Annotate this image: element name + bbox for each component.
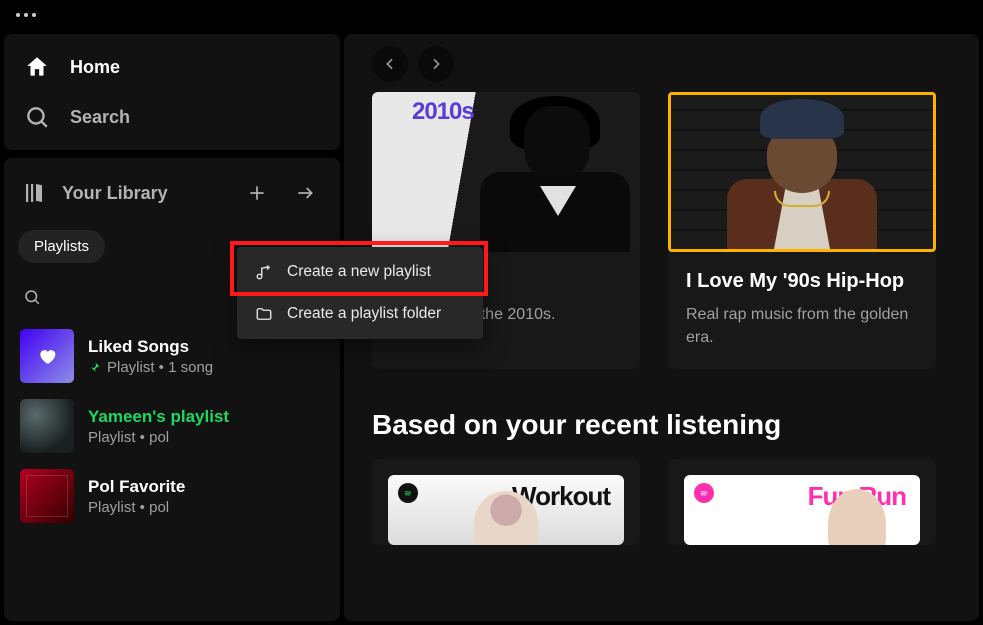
- person-silhouette: [712, 92, 892, 249]
- cover-art: [20, 399, 74, 453]
- card-image: [668, 92, 936, 252]
- menu-item-label: Create a playlist folder: [287, 305, 441, 323]
- menu-create-playlist[interactable]: Create a new playlist: [241, 251, 479, 293]
- section-heading: Based on your recent listening: [344, 369, 979, 459]
- library-add-button[interactable]: [240, 176, 274, 210]
- library-title[interactable]: Your Library: [62, 183, 226, 204]
- spotify-badge-icon: [694, 483, 714, 503]
- library-search-button[interactable]: [18, 283, 46, 311]
- library-item-playlist[interactable]: Yameen's playlist Playlist • pol: [12, 391, 332, 461]
- menu-dot[interactable]: [32, 13, 36, 17]
- playlist-card-90s-hiphop[interactable]: I Love My '90s Hip-Hop Real rap music fr…: [668, 92, 936, 369]
- library-item-subtitle: Playlist • pol: [88, 429, 229, 446]
- home-icon: [24, 54, 50, 80]
- context-menu: Create a new playlist Create a playlist …: [237, 247, 483, 339]
- library-header: Your Library: [4, 166, 340, 220]
- card-title: I Love My '90s Hip-Hop: [686, 270, 918, 293]
- nav-home[interactable]: Home: [4, 42, 340, 92]
- history-nav: [344, 46, 979, 92]
- nav-panel: Home Search: [4, 34, 340, 150]
- cover-liked-songs: [20, 329, 74, 383]
- folder-icon: [255, 305, 273, 323]
- library-item-playlist[interactable]: Pol Favorite Playlist • pol: [12, 461, 332, 531]
- playlist-card-funrun[interactable]: Fun Run: [668, 459, 936, 545]
- decade-badge: 2010s: [412, 98, 474, 126]
- cover-art: [20, 469, 74, 523]
- card-image: Workout: [388, 475, 624, 545]
- nav-search-label: Search: [70, 107, 130, 128]
- card-image: Fun Run: [684, 475, 920, 545]
- card-description: Real rap music from the golden era.: [686, 303, 918, 349]
- spotify-badge-icon: [398, 483, 418, 503]
- person-silhouette: [480, 92, 630, 252]
- library-expand-button[interactable]: [288, 176, 322, 210]
- card-image: 2010s: [372, 92, 640, 252]
- music-plus-icon: [255, 263, 273, 281]
- library-item-subtitle: Playlist • pol: [88, 499, 185, 516]
- recent-card-row: Workout Fun Run: [344, 459, 979, 545]
- search-icon: [24, 104, 50, 130]
- menu-dot[interactable]: [24, 13, 28, 17]
- menu-item-label: Create a new playlist: [287, 263, 431, 281]
- chip-playlists[interactable]: Playlists: [18, 230, 105, 263]
- library-item-title: Pol Favorite: [88, 477, 185, 497]
- library-item-title: Liked Songs: [88, 337, 213, 357]
- library-list: Liked Songs Playlist • 1 song Yameen's p…: [4, 321, 340, 531]
- library-item-title: Yameen's playlist: [88, 407, 229, 427]
- pin-icon: [88, 361, 101, 374]
- library-panel: Your Library Playlists R: [4, 158, 340, 621]
- playlist-card-workout[interactable]: Workout: [372, 459, 640, 545]
- forward-button[interactable]: [418, 46, 454, 82]
- menu-dot[interactable]: [16, 13, 20, 17]
- library-icon[interactable]: [22, 180, 48, 206]
- window-titlebar: [0, 0, 983, 30]
- nav-home-label: Home: [70, 57, 120, 78]
- nav-search[interactable]: Search: [4, 92, 340, 142]
- back-button[interactable]: [372, 46, 408, 82]
- menu-create-folder[interactable]: Create a playlist folder: [241, 293, 479, 335]
- library-item-subtitle: Playlist • 1 song: [88, 359, 213, 376]
